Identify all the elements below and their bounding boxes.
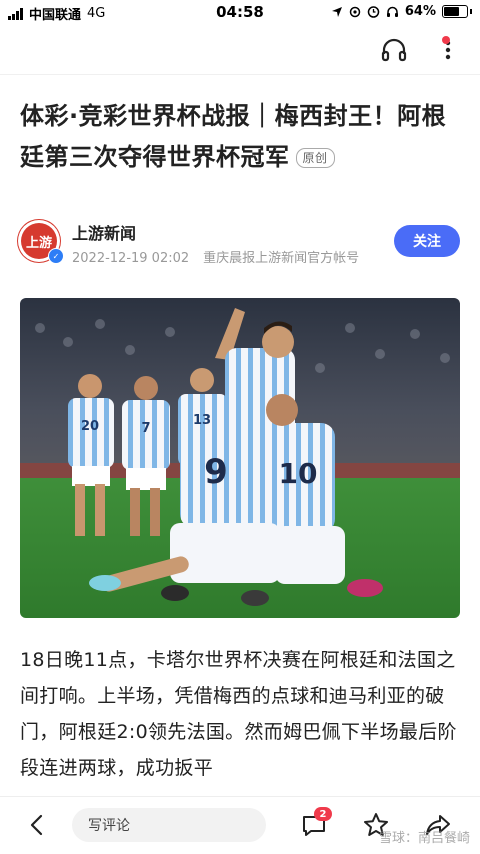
publish-date: 2022-12-19 02:02 [72,251,190,266]
battery-icon [442,5,468,18]
author-block: 上游 ✓ 上游新闻 2022-12-19 02:02 重庆晨报上游新闻官方帐号 关… [18,218,462,266]
verified-icon: ✓ [48,248,64,264]
article-title: 体彩·竞彩世界杯战报｜梅西封王！阿根廷第三次夺得世界杯冠军 原创 [20,96,465,178]
author-name[interactable]: 上游新闻 [72,220,136,244]
comment-count-badge: 2 [314,807,332,821]
target-icon [349,6,361,17]
top-bar [0,28,480,72]
jersey-number: 10 [279,457,318,490]
author-description: 重庆晨报上游新闻官方帐号 [203,251,360,266]
comment-placeholder: 写评论 [88,818,130,834]
follow-button[interactable]: 关注 [394,225,460,257]
avatar-logo-text: 上游 [25,235,52,251]
jersey-number: 9 [204,452,228,492]
article-title-text: 体彩·竞彩世界杯战报｜梅西封王！阿根廷第三次夺得世界杯冠军 [20,102,447,171]
jersey-number: 7 [141,421,150,436]
bottom-bar: 写评论 2 雪球：南吕餐崎 [0,796,480,854]
headphone-status-icon [386,6,398,17]
back-arrow-icon[interactable] [26,813,50,837]
jersey-number: 20 [81,419,99,434]
comment-input[interactable]: 写评论 [72,808,266,842]
notification-dot [442,36,450,44]
battery-percent: 64% [404,4,436,19]
article-photo[interactable]: 20 7 13 9 10 [20,298,460,618]
celebration-photo-illustration: 20 7 13 9 10 [20,298,460,618]
original-tag: 原创 [295,148,335,168]
more-menu-icon[interactable] [432,34,464,66]
alarm-icon [367,6,380,18]
watermark: 雪球：南吕餐崎 [378,831,470,846]
author-meta: 2022-12-19 02:02 重庆晨报上游新闻官方帐号 [72,247,359,266]
location-icon [331,6,342,17]
divider [0,74,480,75]
status-bar: 中国联通 4G 04:58 64% [0,0,480,24]
article-body: 18日晚11点，卡塔尔世界杯决赛在阿根廷和法国之间打响。上半场，凭借梅西的点球和… [20,649,457,779]
jersey-number: 13 [193,413,211,428]
headphone-listen-icon[interactable] [378,34,410,66]
